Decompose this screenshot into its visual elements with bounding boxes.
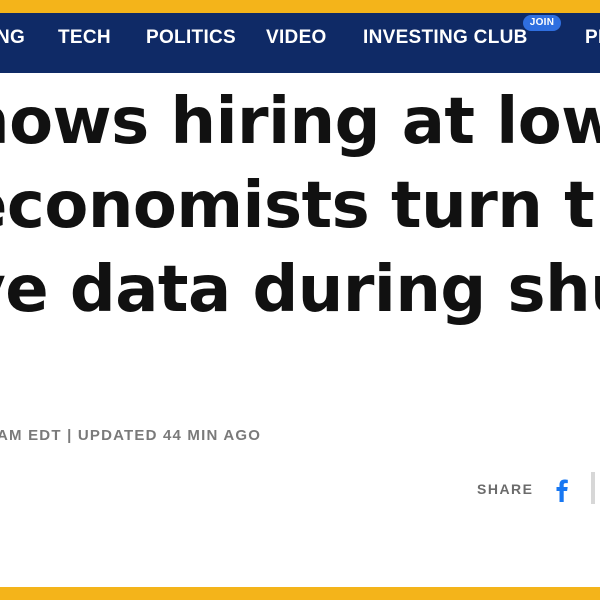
headline-line-2: economists turn t [0, 169, 595, 243]
join-badge[interactable]: JOIN [523, 15, 561, 31]
nav-item-video[interactable]: VIDEO [266, 13, 327, 63]
nav-item-clipped-left[interactable]: NG [0, 13, 25, 63]
top-accent-strip [0, 0, 600, 13]
share-label: SHARE [477, 481, 534, 497]
facebook-icon[interactable] [551, 474, 571, 504]
headline-line-3: ve data during shu [0, 253, 600, 327]
nav-item-investing-club[interactable]: INVESTING CLUB [363, 13, 528, 63]
facebook-f-glyph [556, 479, 568, 502]
nav-item-politics[interactable]: POLITICS [146, 13, 236, 63]
article-timestamp: AM EDT | UPDATED 44 MIN AGO [0, 427, 262, 444]
bottom-accent-strip [0, 587, 600, 600]
main-navbar: NG TECH POLITICS VIDEO INVESTING CLUB JO… [0, 13, 600, 73]
nav-item-tech[interactable]: TECH [58, 13, 111, 63]
article-headline: hows hiring at low economists turn t ve … [0, 80, 600, 332]
page: NG TECH POLITICS VIDEO INVESTING CLUB JO… [0, 0, 600, 600]
nav-item-clipped-right[interactable]: PI [585, 13, 600, 63]
next-share-icon[interactable] [591, 472, 595, 504]
headline-line-1: hows hiring at low [0, 85, 600, 159]
